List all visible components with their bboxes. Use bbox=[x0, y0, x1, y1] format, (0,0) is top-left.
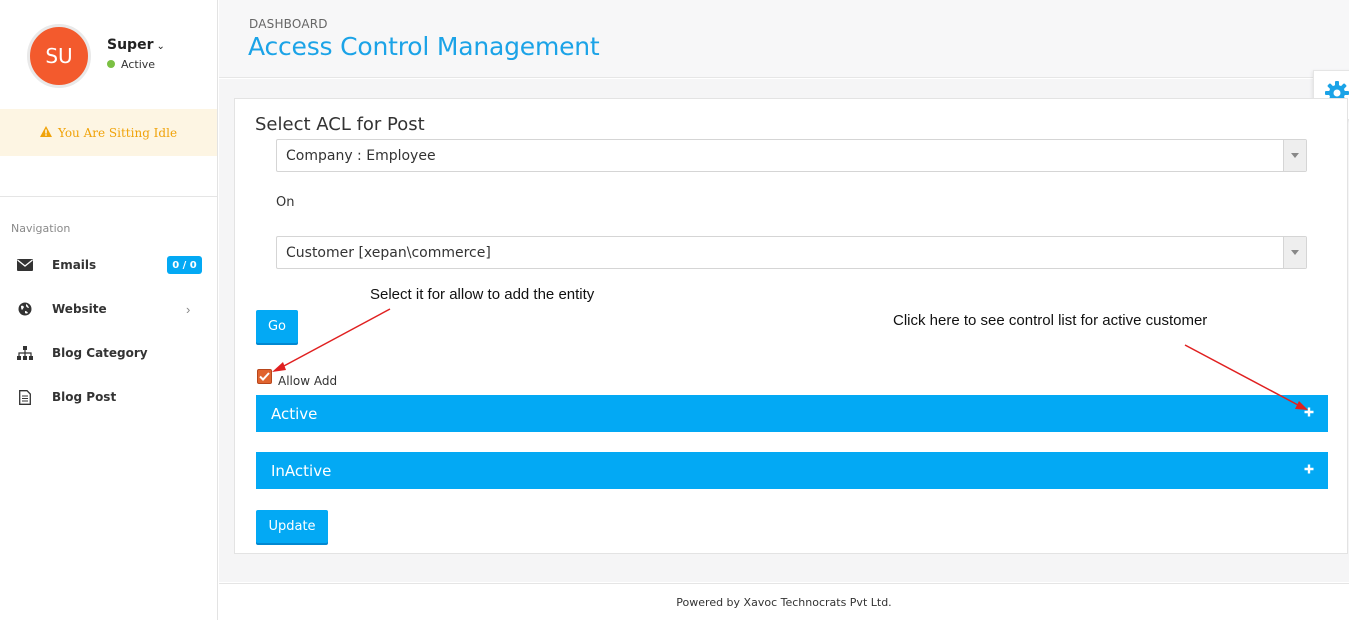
plus-icon[interactable] bbox=[1302, 405, 1316, 419]
section-title: InActive bbox=[271, 462, 332, 480]
annotation-expand-hint: Click here to see control list for activ… bbox=[893, 312, 1208, 329]
user-name: Super bbox=[107, 37, 154, 53]
allow-add-label[interactable]: Allow Add bbox=[278, 374, 337, 388]
sidebar: SU Super ⌄ Active You Are Sitting Idle Na… bbox=[0, 0, 218, 620]
breadcrumb[interactable]: DASHBOARD bbox=[249, 17, 328, 31]
chevron-right-icon: › bbox=[186, 301, 191, 317]
nav-title: Navigation bbox=[11, 222, 71, 235]
section-inactive[interactable]: InActive bbox=[256, 452, 1328, 489]
user-status-text: Active bbox=[121, 58, 156, 71]
footer-text: Powered by Xavoc Technocrats Pvt Ltd. bbox=[676, 595, 892, 609]
page-title: Access Control Management bbox=[248, 32, 600, 61]
page-header: DASHBOARD Access Control Management bbox=[219, 0, 1349, 78]
sidebar-item-emails[interactable]: Emails 0 / 0 bbox=[0, 250, 217, 280]
dropdown-caret-icon[interactable] bbox=[1283, 140, 1306, 171]
user-menu-toggle[interactable]: Super ⌄ bbox=[107, 37, 165, 53]
section-title: Active bbox=[271, 405, 318, 423]
avatar[interactable]: SU bbox=[27, 24, 91, 88]
chevron-down-icon: ⌄ bbox=[156, 41, 165, 52]
sidebar-item-label: Blog Post bbox=[52, 390, 117, 404]
idle-notice: You Are Sitting Idle bbox=[0, 109, 217, 156]
allow-add-checkbox[interactable] bbox=[257, 369, 272, 384]
sidebar-item-blog-category[interactable]: Blog Category bbox=[0, 338, 217, 368]
user-status: Active bbox=[107, 58, 155, 71]
entity-select[interactable]: Customer [xepan\commerce] bbox=[276, 236, 1307, 269]
globe-icon bbox=[16, 300, 34, 318]
sidebar-item-label: Emails bbox=[52, 258, 97, 272]
sidebar-item-label: Website bbox=[52, 302, 107, 316]
envelope-icon bbox=[16, 256, 34, 274]
warning-icon bbox=[39, 125, 52, 140]
dropdown-caret-icon[interactable] bbox=[1283, 237, 1306, 268]
on-label: On bbox=[276, 195, 295, 210]
email-count-badge: 0 / 0 bbox=[167, 256, 202, 274]
sidebar-item-blog-post[interactable]: Blog Post bbox=[0, 382, 217, 412]
checkmark-icon bbox=[259, 368, 270, 386]
idle-notice-text: You Are Sitting Idle bbox=[57, 125, 178, 140]
divider bbox=[0, 196, 217, 197]
avatar-initials: SU bbox=[45, 44, 73, 68]
annotation-checkbox-hint: Select it for allow to add the entity bbox=[370, 286, 595, 303]
sitemap-icon bbox=[16, 344, 34, 362]
go-button[interactable]: Go bbox=[256, 310, 298, 343]
role-select[interactable]: Company : Employee bbox=[276, 139, 1307, 172]
sidebar-item-label: Blog Category bbox=[52, 346, 148, 360]
entity-select-value: Customer [xepan\commerce] bbox=[286, 245, 491, 261]
acl-form-label: Select ACL for Post bbox=[255, 114, 425, 135]
update-button[interactable]: Update bbox=[256, 510, 328, 543]
user-block: SU Super ⌄ Active bbox=[0, 0, 217, 108]
role-select-value: Company : Employee bbox=[286, 148, 436, 164]
footer: Powered by Xavoc Technocrats Pvt Ltd. bbox=[219, 583, 1349, 620]
status-dot-icon bbox=[107, 60, 115, 68]
document-icon bbox=[16, 388, 34, 406]
section-active[interactable]: Active bbox=[256, 395, 1328, 432]
plus-icon[interactable] bbox=[1302, 462, 1316, 476]
sidebar-item-website[interactable]: Website › bbox=[0, 294, 217, 324]
